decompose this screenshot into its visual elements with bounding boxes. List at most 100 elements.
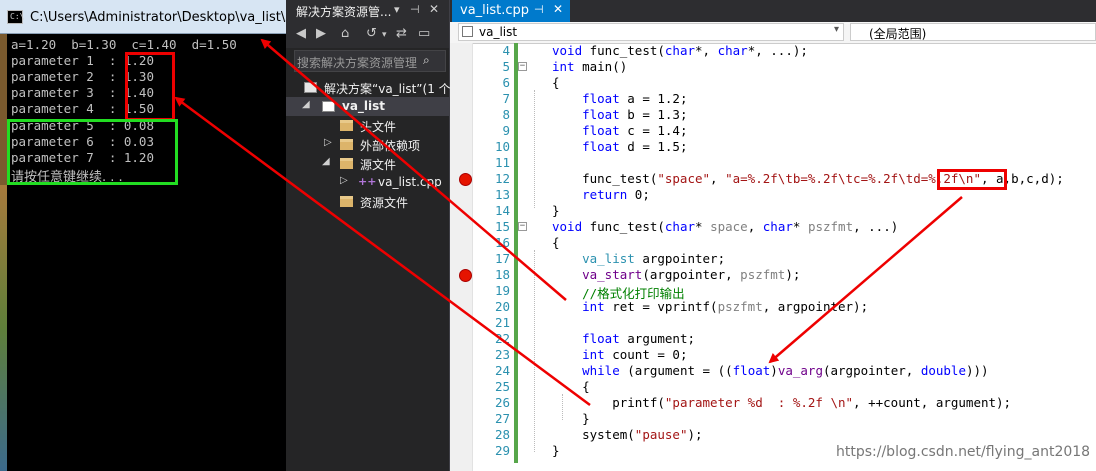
collapse-icon[interactable]: ▭ (418, 26, 430, 41)
code-line: 9 float c = 1.4; (472, 123, 1096, 139)
tree-item-project[interactable]: ◢ va_list (286, 97, 449, 116)
console-app-icon: C:\ (7, 10, 24, 24)
desktop-background-strip (0, 185, 7, 471)
tree-item-source-files[interactable]: ◢ 源文件 (286, 154, 449, 173)
pin-icon[interactable]: ⊣ (410, 3, 420, 16)
line-number: 12 (494, 171, 510, 186)
tree-item-solution[interactable]: 解决方案“va_list”(1 个 (286, 78, 451, 97)
collapsed-arrow-icon[interactable]: ▷ (340, 175, 348, 186)
tree-item-label: 源文件 (360, 158, 397, 172)
line-number: 28 (494, 427, 510, 442)
tree-item-label: 解决方案“va_list”(1 个 (324, 82, 451, 96)
back-icon[interactable]: ◀ (296, 26, 306, 41)
line-number: 23 (494, 347, 510, 362)
console-titlebar[interactable]: C:\ C:\Users\Administrator\Desktop\va_li… (0, 0, 286, 34)
solution-explorer-panel: 解决方案资源管... ▾ ⊣ ✕ ◀ ▶ ⌂ ↺ ▾ ⇄ ▭ 搜索解决方案资源管… (286, 0, 451, 471)
code-line: 26 printf("parameter %d : %.2f \n", ++co… (472, 395, 1096, 411)
code-line: 15 void func_test(char* space, char* pszf… (472, 219, 1096, 235)
line-number: 5 (502, 59, 510, 74)
line-number: 21 (494, 315, 510, 330)
expanded-arrow-icon[interactable]: ◢ (302, 99, 310, 110)
tab-va-list-cpp[interactable]: va_list.cpp ⊣ ✕ (452, 0, 570, 22)
breakpoint-icon[interactable] (459, 269, 472, 282)
global-scope-dropdown[interactable]: (全局范围) (850, 23, 1096, 41)
global-scope-value: (全局范围) (869, 27, 927, 41)
line-number: 8 (502, 107, 510, 122)
line-number: 9 (502, 123, 510, 138)
code-line: 10 float d = 1.5; (472, 139, 1096, 155)
line-number: 15 (494, 219, 510, 234)
tree-item-cpp-file[interactable]: ▷ ++ va_list.cpp (286, 173, 449, 192)
line-number: 19 (494, 283, 510, 298)
tree-item-label: 资源文件 (360, 196, 409, 210)
line-number: 6 (502, 75, 510, 90)
solution-explorer-toolbar: ◀ ▶ ⌂ ↺ ▾ ⇄ ▭ (286, 22, 449, 48)
line-number: 26 (494, 395, 510, 410)
code-line: 23 int count = 0; (472, 347, 1096, 363)
dropdown-icon[interactable]: ▾ (394, 3, 400, 16)
editor-navigation-bar: va_list ▾ (全局范围) (450, 22, 1096, 44)
pin-icon[interactable]: ⊣ (534, 3, 544, 16)
line-number: 25 (494, 379, 510, 394)
expanded-arrow-icon[interactable]: ◢ (322, 156, 330, 167)
console-window: C:\ C:\Users\Administrator\Desktop\va_li… (0, 0, 286, 471)
search-icon[interactable]: ⌕ (423, 53, 430, 68)
code-line: 18 va_start(argpointer, pszfmt); (472, 267, 1096, 283)
editor-tabstrip: va_list.cpp ⊣ ✕ (450, 0, 1096, 22)
home-icon[interactable]: ⌂ (341, 26, 349, 41)
line-number: 17 (494, 251, 510, 266)
tree-item-resource-files[interactable]: 资源文件 (286, 192, 449, 211)
code-line: 14} (472, 203, 1096, 219)
code-line: 28 system("pause"); (472, 427, 1096, 443)
highlight-box-variadic-args (937, 169, 1007, 190)
line-number: 16 (494, 235, 510, 250)
line-number: 24 (494, 363, 510, 378)
tree-item-external-deps[interactable]: ▷ 外部依赖项 (286, 135, 449, 154)
project-scope-dropdown[interactable]: va_list ▾ (458, 23, 844, 41)
chevron-down-icon[interactable]: ▾ (382, 30, 387, 40)
solution-explorer-title: 解决方案资源管... (296, 5, 392, 19)
folder-icon (340, 120, 353, 131)
sync-icon[interactable]: ⇄ (396, 26, 407, 41)
code-line: 16{ (472, 235, 1096, 251)
project-scope-value: va_list (479, 25, 518, 39)
line-number: 4 (502, 43, 510, 58)
code-editor: va_list.cpp ⊣ ✕ va_list ▾ (全局范围) − − 4 vo… (450, 0, 1096, 471)
highlight-box-garbage-params (7, 119, 178, 185)
line-number: 22 (494, 331, 510, 346)
chevron-down-icon: ▾ (833, 24, 839, 35)
code-line: 20 int ret = vprintf(pszfmt, argpointer)… (472, 299, 1096, 315)
code-line: 25 { (472, 379, 1096, 395)
code-line: 24 while (argument = ((float)va_arg(argp… (472, 363, 1096, 379)
code-line: 21 (472, 315, 1096, 331)
folder-icon (340, 158, 353, 169)
console-line-values: a=1.20 b=1.30 c=1.40 d=1.50 (11, 37, 237, 52)
forward-icon[interactable]: ▶ (316, 26, 326, 41)
solution-search-box[interactable]: 搜索解决方案资源管理 ⌕ (294, 50, 446, 72)
project-icon (462, 26, 473, 37)
folder-icon (340, 196, 353, 207)
collapsed-arrow-icon[interactable]: ▷ (324, 137, 332, 148)
watermark-text: https://blog.csdn.net/flying_ant2018 (836, 444, 1091, 460)
line-number: 27 (494, 411, 510, 426)
history-icon[interactable]: ↺ (366, 26, 377, 41)
folder-icon (340, 139, 353, 150)
tree-item-label: va_list.cpp (378, 175, 442, 189)
tree-item-header-files[interactable]: 头文件 (286, 116, 449, 135)
line-number: 14 (494, 203, 510, 218)
solution-explorer-header: 解决方案资源管... ▾ ⊣ ✕ (286, 0, 449, 22)
line-number: 7 (502, 91, 510, 106)
code-line: 8 float b = 1.3; (472, 107, 1096, 123)
line-number: 29 (494, 443, 510, 458)
close-icon[interactable]: ✕ (553, 2, 563, 16)
solution-icon (304, 82, 317, 93)
console-title: C:\Users\Administrator\Desktop\va_list\x… (30, 10, 286, 25)
breakpoint-margin[interactable] (450, 43, 473, 471)
code-line: 4 void func_test(char*, char*, ...); (472, 43, 1096, 59)
tree-item-label: 头文件 (360, 120, 397, 134)
breakpoint-icon[interactable] (459, 173, 472, 186)
highlight-box-valid-params (125, 52, 175, 121)
close-icon[interactable]: ✕ (429, 2, 439, 16)
line-number: 20 (494, 299, 510, 314)
code-line: 6{ (472, 75, 1096, 91)
